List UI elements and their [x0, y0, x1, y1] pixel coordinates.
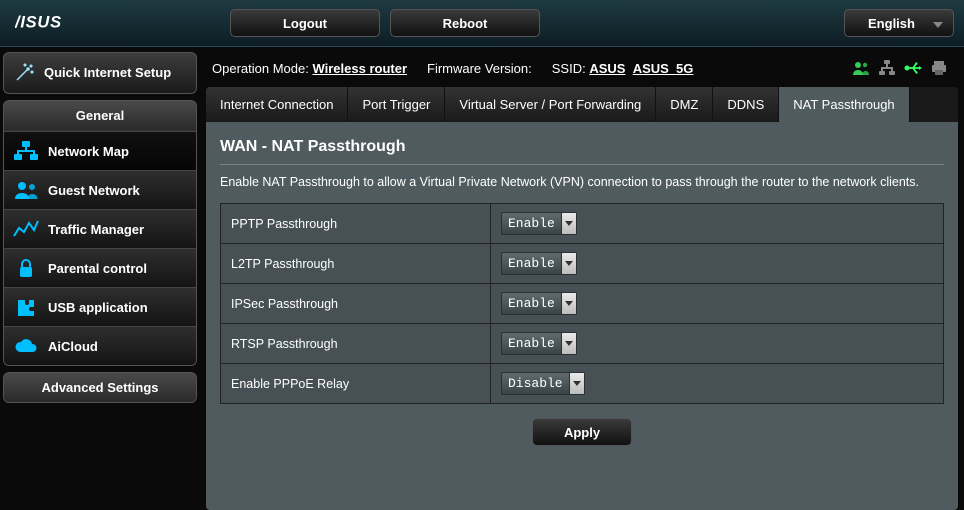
- tab-internet-connection[interactable]: Internet Connection: [206, 87, 348, 122]
- lock-icon: [12, 257, 40, 279]
- guest-network-icon: [12, 179, 40, 201]
- usb-status-icon[interactable]: [904, 59, 922, 77]
- printer-status-icon[interactable]: [930, 59, 948, 77]
- sidebar-item-label: Parental control: [48, 261, 147, 276]
- chevron-down-icon: [561, 333, 576, 354]
- select-value: Enable: [508, 216, 555, 231]
- network-map-icon: [12, 140, 40, 162]
- select-value: Enable: [508, 296, 555, 311]
- language-select[interactable]: English: [844, 9, 954, 37]
- puzzle-icon: [12, 296, 40, 318]
- sidebar-item-traffic-manager[interactable]: Traffic Manager: [4, 209, 196, 248]
- asus-logo: /ISUS: [15, 8, 105, 38]
- ssid-value-2[interactable]: ASUS_5G: [633, 61, 694, 76]
- apply-button[interactable]: Apply: [532, 418, 632, 446]
- lan-status-icon[interactable]: [878, 59, 896, 77]
- panel-title: WAN - NAT Passthrough: [220, 134, 944, 165]
- firmware-label: Firmware Version:: [427, 61, 532, 76]
- ssid-value-1[interactable]: ASUS: [589, 61, 625, 76]
- setting-label: L2TP Passthrough: [221, 244, 491, 284]
- table-row: RTSP Passthrough Enable: [221, 324, 944, 364]
- ssid-label: SSID:: [552, 61, 586, 76]
- wand-icon: [12, 61, 36, 85]
- chevron-down-icon: [561, 253, 576, 274]
- tab-ddns[interactable]: DDNS: [713, 87, 779, 122]
- sidebar-advanced-group: Advanced Settings: [3, 372, 197, 403]
- chevron-down-icon: [561, 293, 576, 314]
- sidebar-item-label: Network Map: [48, 144, 129, 159]
- sidebar-general-header: General: [4, 101, 196, 131]
- tab-port-trigger[interactable]: Port Trigger: [348, 87, 445, 122]
- table-row: Enable PPPoE Relay Disable: [221, 364, 944, 404]
- quick-internet-setup[interactable]: Quick Internet Setup: [3, 52, 197, 94]
- setting-label: PPTP Passthrough: [221, 204, 491, 244]
- sidebar-item-label: Guest Network: [48, 183, 140, 198]
- tab-nat-passthrough[interactable]: NAT Passthrough: [779, 87, 909, 122]
- sidebar-item-usb-application[interactable]: USB application: [4, 287, 196, 326]
- table-row: PPTP Passthrough Enable: [221, 204, 944, 244]
- sidebar-advanced-header: Advanced Settings: [4, 373, 196, 402]
- wan-tabs: Internet Connection Port Trigger Virtual…: [206, 87, 958, 122]
- language-label: English: [868, 16, 915, 31]
- svg-text:/ISUS: /ISUS: [15, 14, 62, 32]
- sidebar-item-label: Quick Internet Setup: [44, 66, 171, 80]
- select-value: Disable: [508, 376, 563, 391]
- pppoe-relay-select[interactable]: Disable: [501, 372, 585, 395]
- tab-virtual-server[interactable]: Virtual Server / Port Forwarding: [445, 87, 656, 122]
- sidebar-item-label: Traffic Manager: [48, 222, 144, 237]
- op-mode-value[interactable]: Wireless router: [312, 61, 407, 76]
- top-buttons: Logout Reboot: [230, 9, 540, 37]
- table-row: IPSec Passthrough Enable: [221, 284, 944, 324]
- users-status-icon[interactable]: [852, 59, 870, 77]
- setting-label: IPSec Passthrough: [221, 284, 491, 324]
- cloud-icon: [12, 335, 40, 357]
- select-value: Enable: [508, 336, 555, 351]
- chevron-down-icon: [561, 213, 576, 234]
- sidebar-item-network-map[interactable]: Network Map: [4, 131, 196, 170]
- setting-label: RTSP Passthrough: [221, 324, 491, 364]
- table-row: L2TP Passthrough Enable: [221, 244, 944, 284]
- pptp-passthrough-select[interactable]: Enable: [501, 212, 577, 235]
- l2tp-passthrough-select[interactable]: Enable: [501, 252, 577, 275]
- op-mode-label: Operation Mode:: [212, 61, 309, 76]
- sidebar-item-aicloud[interactable]: AiCloud: [4, 326, 196, 365]
- panel-description: Enable NAT Passthrough to allow a Virtua…: [220, 175, 944, 189]
- nat-settings-table: PPTP Passthrough Enable L2TP Passthrough…: [220, 203, 944, 404]
- logout-button[interactable]: Logout: [230, 9, 380, 37]
- main-content: Operation Mode: Wireless router Firmware…: [200, 47, 964, 510]
- top-bar: /ISUS Logout Reboot English: [0, 0, 964, 47]
- status-icons: [852, 59, 952, 77]
- content-panel: WAN - NAT Passthrough Enable NAT Passthr…: [206, 122, 958, 510]
- sidebar-item-guest-network[interactable]: Guest Network: [4, 170, 196, 209]
- select-value: Enable: [508, 256, 555, 271]
- ipsec-passthrough-select[interactable]: Enable: [501, 292, 577, 315]
- rtsp-passthrough-select[interactable]: Enable: [501, 332, 577, 355]
- traffic-manager-icon: [12, 218, 40, 240]
- sidebar-general-group: General Network Map Guest Network Traffi…: [3, 100, 197, 366]
- setting-label: Enable PPPoE Relay: [221, 364, 491, 404]
- chevron-down-icon: [569, 373, 584, 394]
- sidebar-item-parental-control[interactable]: Parental control: [4, 248, 196, 287]
- sidebar: Quick Internet Setup General Network Map…: [0, 47, 200, 510]
- sidebar-item-label: AiCloud: [48, 339, 98, 354]
- sidebar-item-label: USB application: [48, 300, 148, 315]
- info-row: Operation Mode: Wireless router Firmware…: [206, 53, 958, 87]
- reboot-button[interactable]: Reboot: [390, 9, 540, 37]
- tab-dmz[interactable]: DMZ: [656, 87, 713, 122]
